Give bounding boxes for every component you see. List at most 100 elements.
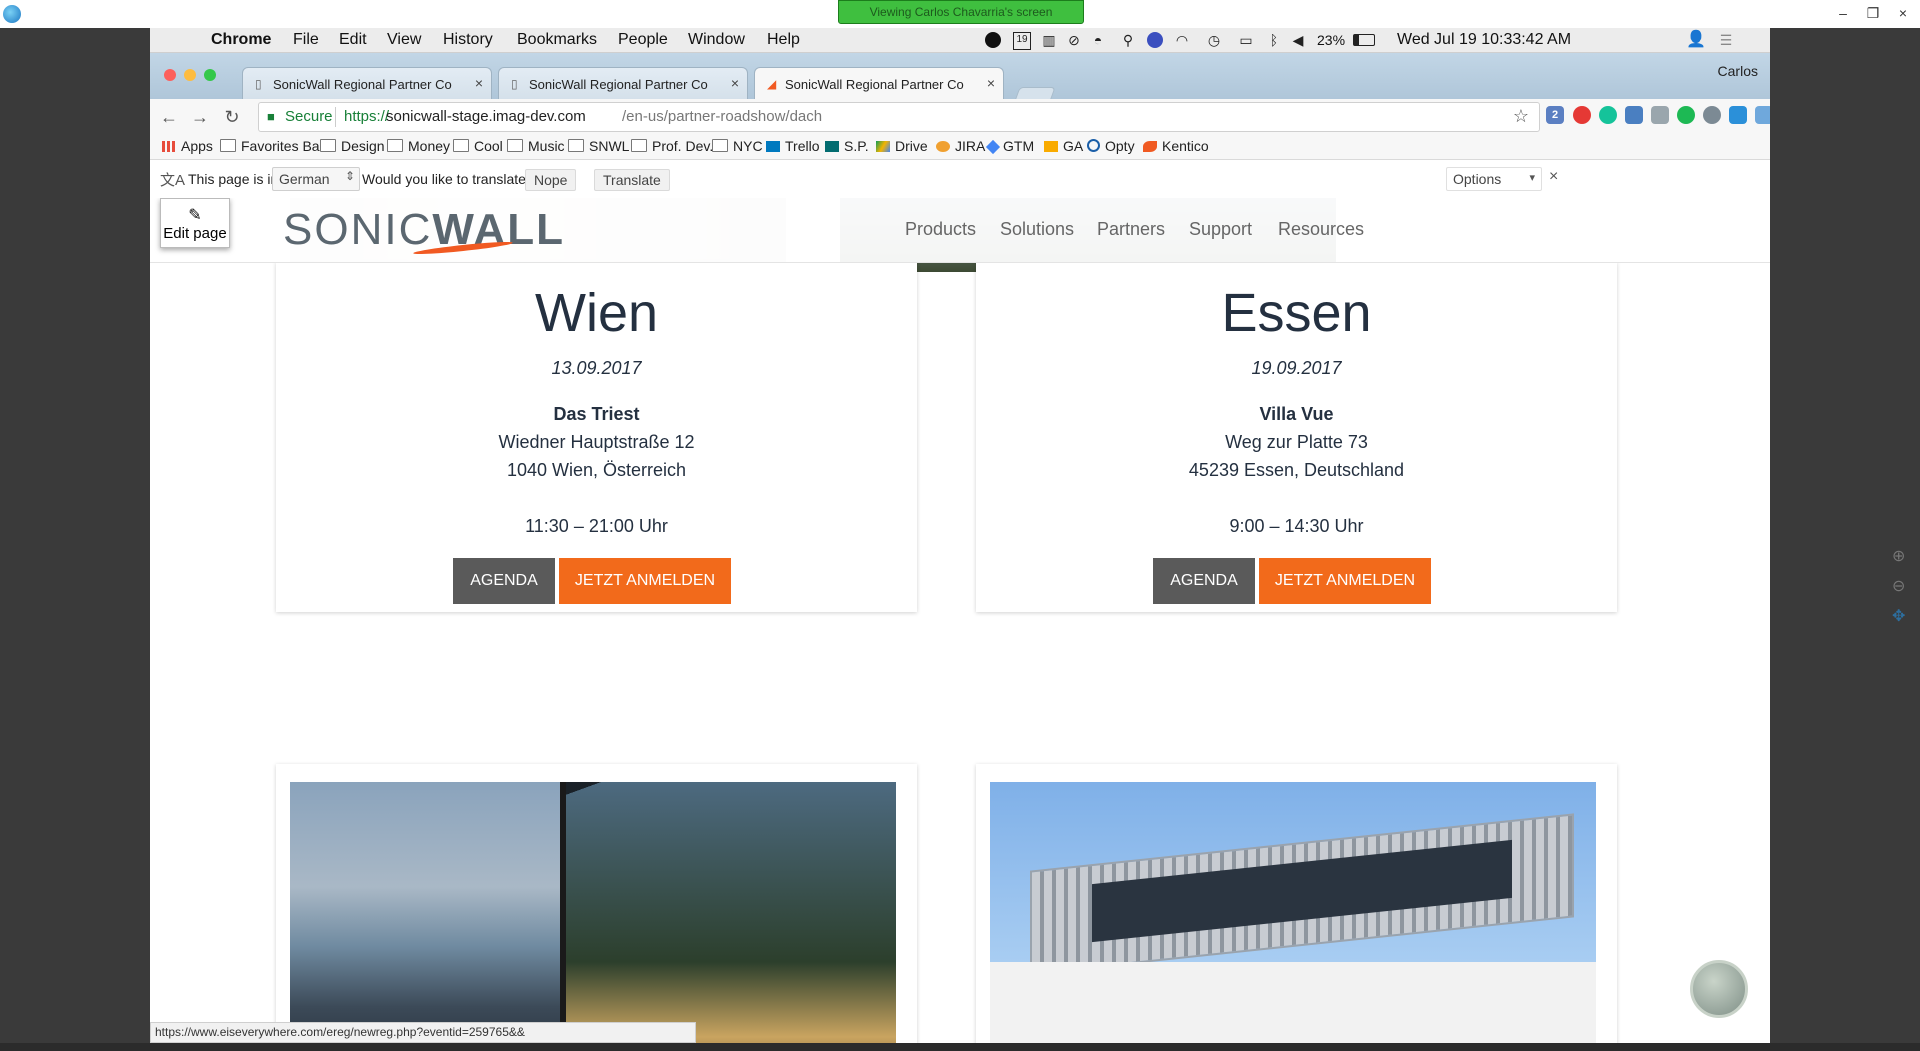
- edit-page-button[interactable]: ✎ Edit page: [160, 198, 230, 248]
- sync-icon[interactable]: ⊘: [1066, 32, 1082, 48]
- glass-building-shape: [560, 782, 896, 1043]
- v-extension-icon[interactable]: [1729, 106, 1747, 124]
- nav-resources[interactable]: Resources: [1278, 219, 1364, 240]
- menu-help[interactable]: Help: [767, 31, 800, 49]
- agenda-button[interactable]: AGENDA: [453, 558, 555, 604]
- tab-3-active[interactable]: ◢ SonicWall Regional Partner Co ×: [754, 67, 1004, 101]
- bookmark-label: Design: [341, 138, 385, 154]
- wifi-icon[interactable]: ◠: [1174, 32, 1190, 48]
- nav-partners[interactable]: Partners: [1097, 219, 1165, 240]
- spotlight-search-icon[interactable]: ⚲: [1120, 32, 1136, 48]
- venue-photo-modern-building[interactable]: [990, 782, 1596, 1043]
- menu-bookmarks[interactable]: Bookmarks: [517, 31, 597, 49]
- register-button[interactable]: JETZT ANMELDEN: [559, 558, 731, 604]
- user-icon[interactable]: 👤: [1686, 32, 1706, 48]
- close-window-button[interactable]: ×: [1892, 4, 1914, 22]
- screen-share-banner[interactable]: Viewing Carlos Chavarria's screen: [838, 0, 1084, 24]
- bookmark-opty[interactable]: Opty: [1087, 138, 1135, 154]
- options-select[interactable]: Options ▾: [1446, 167, 1542, 191]
- extension-badge-icon[interactable]: 2: [1546, 106, 1564, 124]
- bookmark-design[interactable]: Design: [320, 138, 385, 154]
- menu-edit[interactable]: Edit: [339, 31, 367, 49]
- time-machine-icon[interactable]: ◷: [1206, 32, 1222, 48]
- spaces-icon[interactable]: ▥: [1041, 32, 1057, 48]
- kentico-icon: [1143, 141, 1157, 152]
- bookmark-jira[interactable]: JIRA: [936, 138, 985, 154]
- profile-name[interactable]: Carlos: [1718, 63, 1758, 79]
- close-infobar-icon[interactable]: ×: [1549, 168, 1558, 186]
- back-arrow-icon[interactable]: ←: [158, 106, 180, 128]
- airplay-icon[interactable]: ▭: [1238, 32, 1254, 48]
- disk-icon[interactable]: ◓: [1090, 32, 1106, 48]
- volume-icon[interactable]: ◀: [1290, 32, 1306, 48]
- bookmark-favorites-bar[interactable]: Favorites Bar: [220, 138, 324, 154]
- nope-button[interactable]: Nope: [525, 169, 577, 191]
- menu-people[interactable]: People: [618, 31, 668, 49]
- fit-screen-icon[interactable]: ✥: [1892, 606, 1905, 626]
- tab-close-icon[interactable]: ×: [987, 75, 995, 91]
- minimize-traffic-light[interactable]: [184, 69, 196, 81]
- notification-center-icon[interactable]: ☰: [1718, 32, 1734, 48]
- siri-icon[interactable]: [1147, 32, 1163, 48]
- bookmark-ga[interactable]: GA: [1044, 138, 1083, 154]
- agenda-button[interactable]: AGENDA: [1153, 558, 1255, 604]
- chat-extension-icon[interactable]: [1677, 106, 1695, 124]
- restore-button[interactable]: ❐: [1862, 4, 1884, 22]
- adblock-icon[interactable]: [1573, 106, 1591, 124]
- bluetooth-icon[interactable]: ᛒ: [1266, 32, 1282, 48]
- s-extension-icon[interactable]: [1625, 106, 1643, 124]
- venue-photo-glass-pavilion[interactable]: [290, 782, 896, 1043]
- status-record-icon[interactable]: [985, 32, 1001, 48]
- bookmark-music[interactable]: Music: [507, 138, 565, 154]
- bookmark-gtm[interactable]: GTM: [985, 138, 1035, 155]
- k-extension-icon[interactable]: [1651, 106, 1669, 124]
- tab-title: SonicWall Regional Partner Co: [529, 77, 708, 92]
- nav-support[interactable]: Support: [1189, 219, 1252, 240]
- menu-clock[interactable]: Wed Jul 19 10:33:42 AM: [1397, 31, 1571, 49]
- bookmark-label: GTM: [1003, 138, 1035, 154]
- window-extension-icon[interactable]: [1755, 106, 1770, 124]
- reload-icon[interactable]: ↻: [221, 106, 243, 128]
- menu-window[interactable]: Window: [688, 31, 745, 49]
- grammarly-icon[interactable]: [1599, 106, 1617, 124]
- menu-chrome[interactable]: Chrome: [211, 31, 271, 49]
- bookmark-label: NYC: [733, 138, 763, 154]
- chat-widget-button[interactable]: [1690, 960, 1748, 1018]
- nav-solutions[interactable]: Solutions: [1000, 219, 1074, 240]
- bookmark-prof-dev[interactable]: Prof. Dev.: [631, 138, 713, 154]
- bookmark-trello[interactable]: Trello: [766, 138, 820, 154]
- close-traffic-light[interactable]: [164, 69, 176, 81]
- bookmark-drive[interactable]: Drive: [876, 138, 928, 154]
- nav-products[interactable]: Products: [905, 219, 976, 240]
- menu-history[interactable]: History: [443, 31, 493, 49]
- zoom-out-icon[interactable]: ⊖: [1892, 576, 1905, 596]
- zoom-traffic-light[interactable]: [204, 69, 216, 81]
- tab-close-icon[interactable]: ×: [475, 75, 483, 91]
- address-bar[interactable]: ■ Secure https:// sonicwall-stage.imag-d…: [258, 102, 1540, 132]
- wheel-extension-icon[interactable]: [1703, 106, 1721, 124]
- language-select[interactable]: German ⇕: [272, 167, 360, 191]
- forward-arrow-icon[interactable]: →: [189, 106, 211, 128]
- bookmark-money[interactable]: Money: [387, 138, 450, 154]
- tab-2[interactable]: ▯ SonicWall Regional Partner Co ×: [498, 67, 748, 100]
- battery-icon[interactable]: [1353, 34, 1375, 46]
- translate-button[interactable]: Translate: [594, 169, 670, 191]
- tab-close-icon[interactable]: ×: [731, 75, 739, 91]
- menu-view[interactable]: View: [387, 31, 421, 49]
- bookmark-apps[interactable]: Apps: [162, 138, 213, 154]
- translate-question: Would you like to translate it?: [362, 171, 545, 187]
- menu-file[interactable]: File: [293, 31, 319, 49]
- bookmark-sp[interactable]: S.P.: [825, 138, 869, 154]
- register-button[interactable]: JETZT ANMELDEN: [1259, 558, 1431, 604]
- bookmark-snwl[interactable]: SNWL: [568, 138, 629, 154]
- calendar-icon[interactable]: 19: [1013, 32, 1031, 50]
- bookmark-kentico[interactable]: Kentico: [1143, 138, 1209, 154]
- bookmark-nyc[interactable]: NYC: [712, 138, 763, 154]
- tab-1[interactable]: ▯ SonicWall Regional Partner Co ×: [242, 67, 492, 100]
- event-venue: Das Triest: [553, 404, 640, 424]
- minimize-button[interactable]: –: [1832, 4, 1854, 22]
- zoom-in-icon[interactable]: ⊕: [1892, 546, 1905, 566]
- sonicwall-logo[interactable]: SONICWALL: [283, 205, 565, 257]
- bookmark-star-icon[interactable]: ☆: [1513, 106, 1529, 127]
- bookmark-cool[interactable]: Cool: [453, 138, 503, 154]
